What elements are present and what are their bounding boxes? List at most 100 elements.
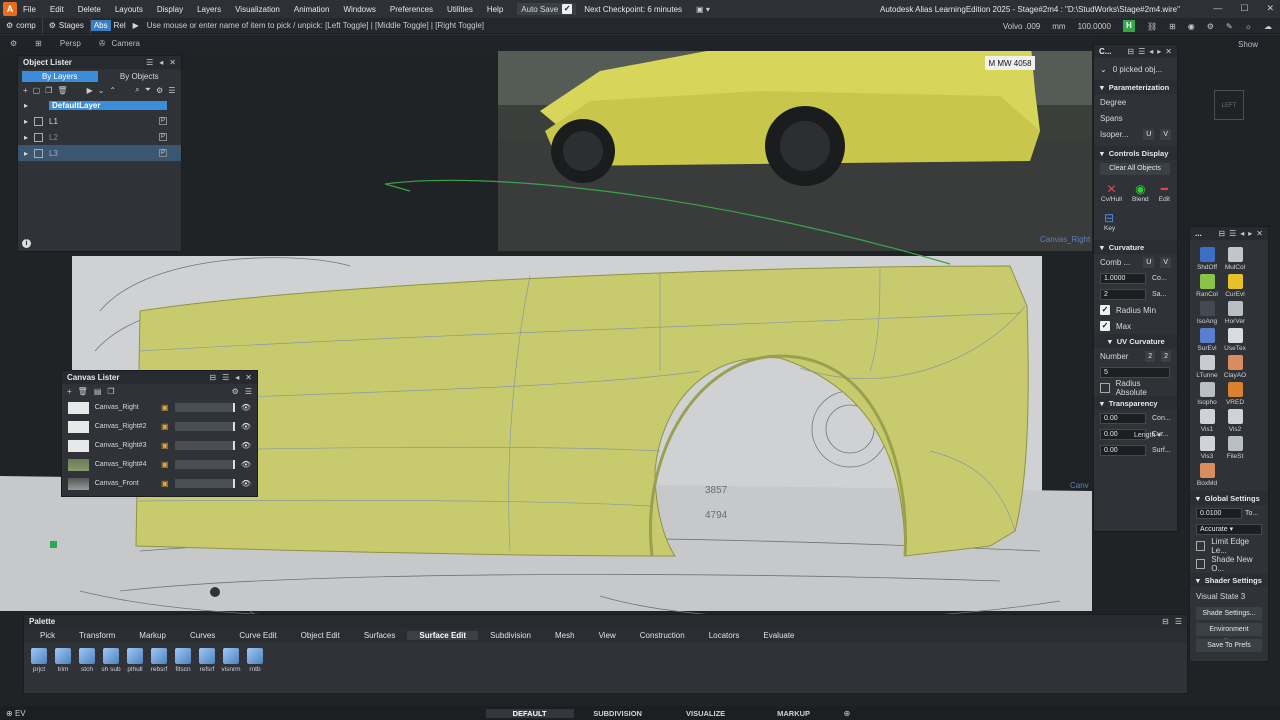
grid-icon[interactable]: ⊞ [1169,22,1176,31]
comb-u-button[interactable]: U [1143,256,1155,268]
layer-row[interactable]: ▸ DefaultLayer [18,97,181,113]
canvas-visibility-icon[interactable]: 👁 [241,460,251,469]
pin-icon[interactable]: ⊟ [209,373,216,382]
layer-row[interactable]: ▸ L1 P [18,113,181,129]
palette-tab-object-edit[interactable]: Object Edit [289,631,352,640]
palette-tool-prjct[interactable]: prjct [28,646,50,673]
canvas-row[interactable]: Canvas_Right ▣ 👁 [62,398,257,417]
radius-min-checkbox[interactable]: ✓ [1100,305,1110,315]
limit-edge-checkbox[interactable] [1196,541,1206,551]
number-v-value[interactable]: 2 [1161,350,1171,362]
palette-tab-subdivision[interactable]: Subdivision [478,631,543,640]
layer-name[interactable]: L2 [49,133,153,142]
menu-visualization[interactable]: Visualization [235,5,280,14]
parameterization-section[interactable]: ▾ Parameterization [1094,80,1177,94]
gear-icon[interactable]: ⚙ [232,387,239,396]
filter-icon[interactable]: ⏷ [145,85,151,95]
clear-all-objects-button[interactable]: Clear All Objects [1100,163,1170,175]
shader-settings-section[interactable]: ▾ Shader Settings [1190,573,1268,587]
list-menu-icon[interactable]: ☰ [245,387,252,396]
view-cube[interactable]: LEFT [1214,90,1244,120]
isoparm-v-button[interactable]: V [1160,128,1171,140]
shelf-tool-usetex[interactable]: UseTex [1221,325,1249,352]
play-icon[interactable]: ▸ [1248,229,1252,238]
canvas-row[interactable]: Canvas_Right#2 ▣ 👁 [62,417,257,436]
palette-tool-rntb[interactable]: rntb [244,646,266,673]
add-canvas-icon[interactable]: + [67,387,72,396]
cv-hull-icon[interactable]: ✕ [1101,182,1122,196]
blend-icon[interactable]: ◉ [1132,182,1149,196]
rel-toggle[interactable]: Rel [111,20,129,31]
layer-name[interactable]: DefaultLayer [49,100,168,110]
global-settings-section[interactable]: ▾ Global Settings [1190,491,1268,505]
menu-file[interactable]: File [23,5,36,14]
uv-curvature-section[interactable]: ▾ UV Curvature [1094,334,1177,348]
viewport-options-icon[interactable]: ⚙ [10,39,17,48]
edit-icon[interactable]: ━ [1159,182,1170,196]
ev-indicator[interactable]: ⊕ EV [0,709,32,718]
close-panel-icon[interactable]: ✕ [1165,47,1172,56]
gear-icon[interactable]: ⚙ [156,86,163,95]
expand-icon[interactable]: ▸ [24,149,28,158]
palette-tab-curve-edit[interactable]: Curve Edit [227,631,288,640]
canvas-visibility-icon[interactable]: 👁 [241,403,251,412]
canvas-row[interactable]: Canvas_Right#4 ▣ 👁 [62,455,257,474]
menu-edit[interactable]: Edit [50,5,64,14]
number-u-value[interactable]: 2 [1145,350,1156,362]
expand-icon[interactable]: ▸ [24,117,28,126]
palette-tab-locators[interactable]: Locators [697,631,752,640]
shelf-tool-surevl[interactable]: SurEvl [1193,325,1221,352]
transparency-surfaces-input[interactable]: 0.00 [1100,444,1146,456]
shelf-tool-filest[interactable]: FileSt [1221,433,1249,460]
mode-subdivision[interactable]: SUBDIVISION [574,709,662,718]
palette-tool-sh-sub[interactable]: sh sub [100,646,122,673]
menu-layouts[interactable]: Layouts [115,5,143,14]
auto-save-toggle[interactable]: Auto Save ✓ [517,3,577,15]
menu-preferences[interactable]: Preferences [390,5,433,14]
menu-utilities[interactable]: Utilities [447,5,473,14]
shelf-tool-ltunne[interactable]: LTunne [1193,352,1221,379]
mode-markup[interactable]: MARKUP [750,709,838,718]
canvas-lock-icon[interactable]: ▣ [161,403,169,412]
comb-scale-button[interactable]: Co... [1152,275,1167,282]
radius-absolute-checkbox[interactable] [1100,383,1110,393]
samples-input[interactable]: 2 [1100,288,1146,300]
menu-delete[interactable]: Delete [78,5,101,14]
layer-visibility-box[interactable] [34,148,44,158]
palette-tab-markup[interactable]: Markup [127,631,178,640]
shelf-tool-vis1[interactable]: Vis1 [1193,406,1221,433]
collapse-arrow-icon[interactable]: ⌄ [1100,65,1107,74]
collapse-icon[interactable]: ◂ [235,373,239,382]
samples-button[interactable]: Sa... [1152,291,1166,298]
menu-icon[interactable]: ☰ [1138,47,1145,56]
persp-label[interactable]: Persp [60,39,81,48]
import-icon[interactable]: ▤ [94,387,102,396]
palette-tool-plhull[interactable]: plhull [124,646,146,673]
delete-icon[interactable]: 🗑 [57,86,67,95]
camera-icon[interactable]: ◉ [1188,22,1195,31]
canvas-row[interactable]: Canvas_Right#3 ▣ 👁 [62,436,257,455]
menu-icon[interactable]: ☰ [1229,229,1236,238]
show-label[interactable]: Show [1238,40,1258,49]
palette-tab-transform[interactable]: Transform [67,631,127,640]
canvas-opacity-slider[interactable] [174,422,235,431]
shade-new-checkbox[interactable] [1196,559,1206,569]
copy-icon[interactable]: ❐ [107,387,114,396]
canvas-visibility-icon[interactable]: 👁 [241,479,251,488]
shelf-tool-boxmd[interactable]: BoxMd [1193,460,1221,487]
info-icon[interactable]: i [22,239,31,248]
max-checkbox[interactable]: ✓ [1100,321,1110,331]
palette-tool-rebsrf[interactable]: rebsrf [148,646,170,673]
tab-by-layers[interactable]: By Layers [22,70,98,82]
h-icon[interactable]: H [1122,20,1135,32]
mode-visualize[interactable]: VISUALIZE [662,709,750,718]
collapse-down-icon[interactable]: ⌄ [98,86,105,95]
layer-row[interactable]: ▸ L2 P [18,129,181,145]
length-number-input[interactable]: 5 [1100,366,1170,378]
shelf-tool-isoang[interactable]: IsoAng [1193,298,1221,325]
search-icon[interactable]: ⌕ [135,85,139,95]
environment-editor-button[interactable]: Environment Editor... [1196,622,1262,646]
layer-visibility-box[interactable] [34,101,43,110]
canvas-lock-icon[interactable]: ▣ [161,441,169,450]
pick-icon[interactable]: P [159,133,168,141]
